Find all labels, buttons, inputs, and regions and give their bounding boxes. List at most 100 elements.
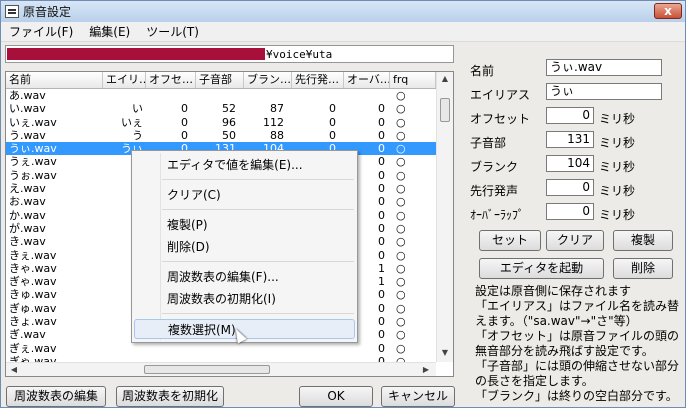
offset-field[interactable]: 0 xyxy=(546,107,594,124)
consonant-label: 子音部 xyxy=(470,136,507,150)
scroll-down-icon[interactable]: ▼ xyxy=(437,348,453,357)
table-row[interactable]: ぎぇ.wav 0 ○ xyxy=(6,342,436,355)
ctx-init-freq-table[interactable]: 周波数表の初期化(I) xyxy=(134,289,355,309)
ctx-separator xyxy=(162,179,354,180)
scroll-left-icon[interactable]: ◀ xyxy=(6,365,22,374)
table-cell: 0 xyxy=(181,115,188,129)
col-header-blank[interactable]: ブラン… xyxy=(244,72,292,88)
table-cell: 0 xyxy=(378,128,385,142)
col-header-name[interactable]: 名前 xyxy=(6,72,103,88)
ctx-separator xyxy=(162,209,354,210)
menu-edit[interactable]: 編集(E) xyxy=(81,23,138,40)
overlap-unit: ミリ秒 xyxy=(599,208,636,222)
frq-mark: ○ xyxy=(396,128,406,142)
redacted-path-segment xyxy=(7,48,265,60)
table-cell: きゃ.wav xyxy=(9,261,57,275)
col-header-preutter[interactable]: 先行発… xyxy=(292,72,344,88)
table-cell: が.wav xyxy=(9,221,46,235)
clear-button[interactable]: クリア xyxy=(546,230,604,251)
ctx-clear[interactable]: クリア(C) xyxy=(134,185,355,205)
table-cell xyxy=(244,89,292,102)
help-line: 「オフセット」は原音ファイルの頭の無音部分を読み飛ばす設定です。 xyxy=(475,329,680,358)
ctx-delete[interactable]: 削除(D) xyxy=(134,237,355,257)
consonant-field[interactable]: 131 xyxy=(546,131,594,148)
table-cell: うぇ.wav xyxy=(9,155,57,169)
duplicate-button[interactable]: 複製 xyxy=(613,230,673,251)
menu-tools[interactable]: ツール(T) xyxy=(138,23,207,40)
overlap-field[interactable]: 0 xyxy=(546,203,594,220)
title-bar[interactable]: 原音設定 x xyxy=(1,1,685,22)
table-cell: い.wav xyxy=(9,102,46,116)
scroll-up-icon[interactable]: ▲ xyxy=(437,74,453,83)
table-cell: ぎゅ.wav xyxy=(9,301,57,315)
delete-button[interactable]: 削除 xyxy=(613,258,673,279)
col-header-frq[interactable]: frq xyxy=(390,72,436,88)
horizontal-scrollbar[interactable]: ◀ ▶ xyxy=(6,362,436,376)
name-field[interactable]: うぃ.wav xyxy=(546,59,662,76)
col-header-alias[interactable]: エイリ… xyxy=(103,72,146,88)
frq-mark: ○ xyxy=(396,168,406,182)
horizontal-scroll-thumb[interactable] xyxy=(144,365,270,374)
menu-file[interactable]: ファイル(F) xyxy=(1,23,81,40)
launch-editor-button[interactable]: エディタを起動 xyxy=(479,258,604,279)
col-header-offset[interactable]: オフセ… xyxy=(146,72,196,88)
col-header-consonant[interactable]: 子音部 xyxy=(196,72,244,88)
preutter-field[interactable]: 0 xyxy=(546,179,594,196)
table-cell: 50 xyxy=(222,128,236,142)
table-cell: 0 xyxy=(329,102,336,116)
table-cell xyxy=(244,342,292,355)
table-row[interactable]: いぇ.wav いぇ 0 96 112 0 0 ○ xyxy=(6,116,436,129)
alias-label: エイリアス xyxy=(470,88,531,102)
blank-unit: ミリ秒 xyxy=(599,160,636,174)
frq-mark: ○ xyxy=(396,235,406,249)
vertical-scrollbar[interactable]: ▲ ▼ xyxy=(436,72,453,362)
ctx-edit-in-editor[interactable]: エディタで値を編集(E)... xyxy=(134,155,355,175)
table-cell: お.wav xyxy=(9,195,46,209)
frq-mark: ○ xyxy=(396,221,406,235)
table-cell xyxy=(196,342,244,355)
init-freq-table-button[interactable]: 周波数表を初期化 xyxy=(116,386,224,407)
table-cell: 0 xyxy=(181,128,188,142)
cancel-button[interactable]: キャンセル xyxy=(381,386,455,407)
frq-mark: ○ xyxy=(396,155,406,169)
frq-mark: ○ xyxy=(396,315,406,329)
frq-mark: ○ xyxy=(396,288,406,302)
table-cell: 0 xyxy=(378,102,385,116)
set-button[interactable]: セット xyxy=(479,230,541,251)
frq-mark: ○ xyxy=(396,301,406,315)
table-cell xyxy=(292,89,344,102)
help-line: 設定は原音側に保存されます xyxy=(475,284,632,298)
table-row[interactable]: い.wav い 0 52 87 0 0 ○ xyxy=(6,102,436,115)
app-icon xyxy=(5,5,19,18)
scroll-right-icon[interactable]: ▶ xyxy=(418,365,434,374)
table-cell xyxy=(103,89,146,102)
table-cell: ぎゃ.wav xyxy=(9,275,57,289)
frq-mark: ○ xyxy=(396,261,406,275)
frq-mark: ○ xyxy=(396,142,406,156)
offset-unit: ミリ秒 xyxy=(599,112,636,126)
table-cell: い xyxy=(132,102,143,116)
overlap-label: ｵｰﾊﾞｰﾗｯﾌﾟ xyxy=(470,208,525,222)
table-cell xyxy=(103,342,146,355)
ctx-duplicate[interactable]: 複製(P) xyxy=(134,215,355,235)
help-line: 「エイリアス」はファイル名を読み替えます。（"sa.wav"→"さ"等） xyxy=(475,299,680,328)
close-button[interactable]: x xyxy=(654,3,682,19)
alias-field[interactable]: うぃ xyxy=(546,83,662,100)
table-cell: ぎ.wav xyxy=(9,328,46,342)
ctx-edit-freq-table[interactable]: 周波数表の編集(F)... xyxy=(134,267,355,287)
table-cell: え.wav xyxy=(9,182,46,196)
ctx-separator xyxy=(162,261,354,262)
edit-freq-table-button[interactable]: 周波数表の編集 xyxy=(6,386,106,407)
table-cell: うぉ.wav xyxy=(9,168,57,182)
voicebank-path-field[interactable]: ¥voice¥uta xyxy=(5,45,454,63)
col-header-overlap[interactable]: オーバ… xyxy=(344,72,390,88)
path-text: ¥voice¥uta xyxy=(266,47,333,61)
table-row[interactable]: あ.wav ○ xyxy=(6,89,436,102)
blank-field[interactable]: 104 xyxy=(546,155,594,172)
vertical-scroll-thumb[interactable] xyxy=(440,98,450,122)
table-row[interactable]: う.wav う 0 50 88 0 0 ○ xyxy=(6,129,436,142)
table-cell: きょ.wav xyxy=(9,315,57,329)
blank-label: ブランク xyxy=(470,160,519,174)
table-cell: きぇ.wav xyxy=(9,248,57,262)
ok-button[interactable]: OK xyxy=(299,386,373,407)
